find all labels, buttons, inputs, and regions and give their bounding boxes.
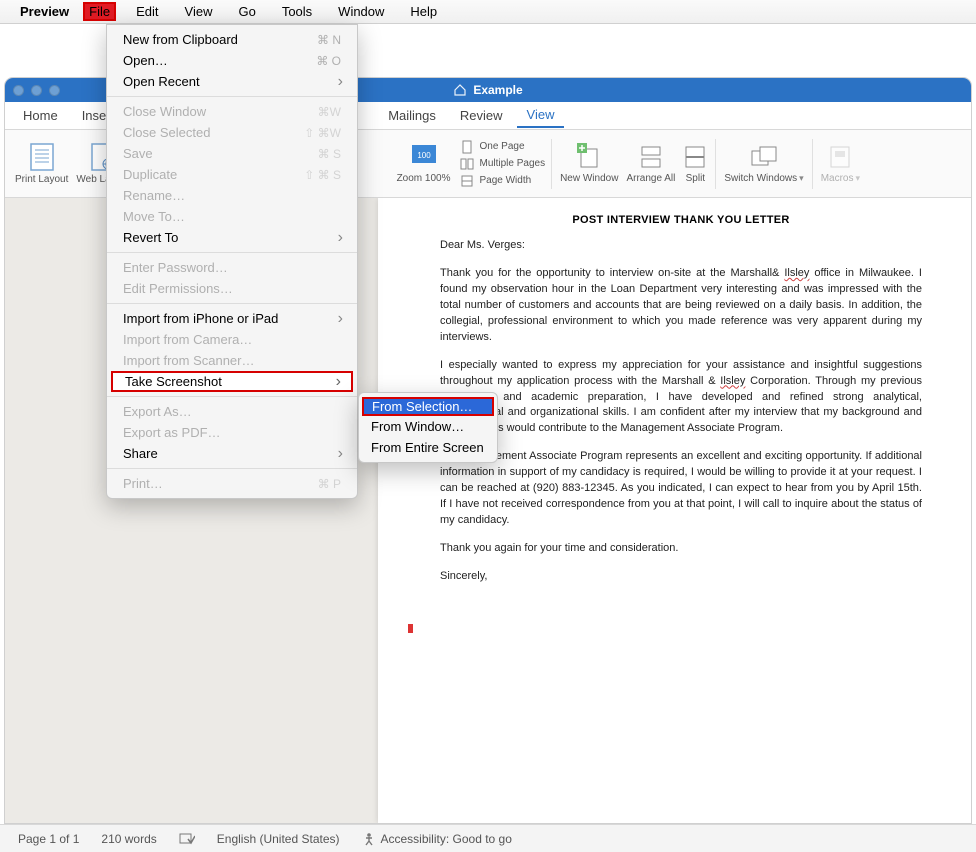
menu-import-iphone[interactable]: Import from iPhone or iPad	[107, 308, 357, 329]
page-width-button[interactable]: Page Width	[458, 173, 547, 189]
menu-window[interactable]: Window	[332, 2, 390, 21]
switch-windows-button[interactable]: Switch Windows▾	[720, 141, 807, 186]
status-bar: Page 1 of 1 210 words English (United St…	[0, 824, 976, 852]
menu-help[interactable]: Help	[404, 2, 443, 21]
menu-close-selected[interactable]: Close Selected⇧ ⌘W	[107, 122, 357, 143]
menu-take-screenshot[interactable]: Take Screenshot	[111, 371, 353, 392]
menu-tools[interactable]: Tools	[276, 2, 318, 21]
menu-open[interactable]: Open…⌘ O	[107, 50, 357, 71]
minimize-dot[interactable]	[31, 85, 42, 96]
print-layout-button[interactable]: Print Layout	[11, 140, 72, 187]
doc-closing: Sincerely,	[440, 569, 922, 585]
menu-close-window[interactable]: Close Window⌘W	[107, 101, 357, 122]
window-title: Example	[473, 83, 522, 97]
menu-print[interactable]: Print…⌘ P	[107, 473, 357, 494]
arrange-all-label: Arrange All	[626, 173, 675, 184]
home-icon	[453, 83, 467, 97]
screenshot-submenu: From Selection… From Window… From Entire…	[358, 392, 498, 463]
doc-p4: Thank you again for your time and consid…	[440, 541, 922, 557]
status-language[interactable]: English (United States)	[217, 832, 340, 846]
macros-button[interactable]: Macros▾	[817, 141, 864, 186]
submenu-from-window[interactable]: From Window…	[359, 416, 497, 437]
tab-review[interactable]: Review	[450, 104, 513, 127]
split-button[interactable]: Split	[679, 141, 711, 186]
status-accessibility[interactable]: Accessibility: Good to go	[362, 832, 512, 846]
tab-view[interactable]: View	[517, 103, 565, 128]
doc-p2: I especially wanted to express my apprec…	[440, 358, 922, 438]
menu-import-scanner[interactable]: Import from Scanner…	[107, 350, 357, 371]
new-window-label: New Window	[560, 173, 618, 184]
menu-import-camera[interactable]: Import from Camera…	[107, 329, 357, 350]
status-spellcheck-icon[interactable]	[179, 832, 195, 846]
macros-label: Macros▾	[821, 173, 860, 184]
menu-export-as[interactable]: Export As…	[107, 401, 357, 422]
split-label: Split	[686, 173, 705, 184]
cursor-marker	[408, 624, 413, 633]
menu-go[interactable]: Go	[232, 2, 261, 21]
tab-mailings[interactable]: Mailings	[378, 104, 446, 127]
traffic-lights	[13, 85, 60, 96]
doc-p3: The Management Associate Program represe…	[440, 449, 922, 529]
switch-windows-label: Switch Windows▾	[724, 173, 803, 184]
menu-view[interactable]: View	[179, 2, 219, 21]
menu-share[interactable]: Share	[107, 443, 357, 464]
zoom-dot[interactable]	[49, 85, 60, 96]
menu-duplicate[interactable]: Duplicate⇧ ⌘ S	[107, 164, 357, 185]
menu-export-pdf[interactable]: Export as PDF…	[107, 422, 357, 443]
file-menu: New from Clipboard⌘ N Open…⌘ O Open Rece…	[106, 24, 358, 499]
menu-open-recent[interactable]: Open Recent	[107, 71, 357, 92]
menu-move-to[interactable]: Move To…	[107, 206, 357, 227]
submenu-from-selection[interactable]: From Selection…	[362, 397, 494, 416]
new-window-button[interactable]: New Window	[556, 141, 622, 186]
menu-file[interactable]: File	[83, 2, 116, 21]
print-layout-label: Print Layout	[15, 174, 68, 185]
doc-title: POST INTERVIEW THANK YOU LETTER	[440, 214, 922, 226]
submenu-from-entire-screen[interactable]: From Entire Screen	[359, 437, 497, 458]
menu-new-from-clipboard[interactable]: New from Clipboard⌘ N	[107, 29, 357, 50]
tab-home[interactable]: Home	[13, 104, 68, 127]
one-page-button[interactable]: One Page	[458, 139, 547, 155]
status-words[interactable]: 210 words	[101, 832, 156, 846]
macos-menubar: Preview File Edit View Go Tools Window H…	[0, 0, 976, 24]
menu-rename[interactable]: Rename…	[107, 185, 357, 206]
menu-edit[interactable]: Edit	[130, 2, 164, 21]
document-page[interactable]: POST INTERVIEW THANK YOU LETTER Dear Ms.…	[378, 198, 971, 823]
zoom-button[interactable]: 100 Zoom 100%	[393, 141, 455, 186]
menu-save[interactable]: Save⌘ S	[107, 143, 357, 164]
menu-enter-password[interactable]: Enter Password…	[107, 257, 357, 278]
close-dot[interactable]	[13, 85, 24, 96]
menu-revert-to[interactable]: Revert To	[107, 227, 357, 248]
svg-text:100: 100	[417, 151, 431, 160]
doc-greeting: Dear Ms. Verges:	[440, 238, 922, 254]
zoom-label: Zoom 100%	[397, 173, 451, 184]
arrange-all-button[interactable]: Arrange All	[622, 141, 679, 186]
app-name[interactable]: Preview	[20, 4, 69, 19]
status-page[interactable]: Page 1 of 1	[18, 832, 79, 846]
doc-p1: Thank you for the opportunity to intervi…	[440, 266, 922, 346]
multiple-pages-button[interactable]: Multiple Pages	[458, 156, 547, 172]
menu-edit-permissions[interactable]: Edit Permissions…	[107, 278, 357, 299]
